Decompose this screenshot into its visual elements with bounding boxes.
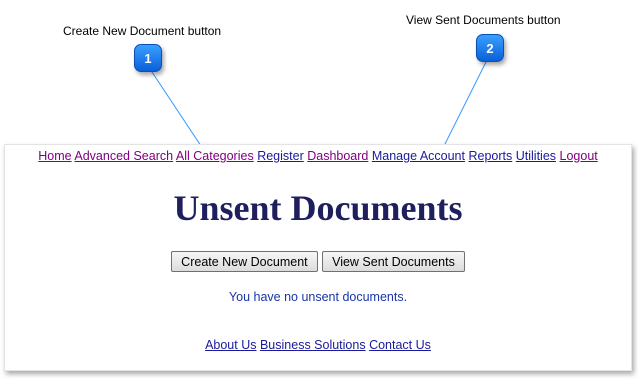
nav-manage-account[interactable]: Manage Account [372,149,465,163]
nav-all-categories[interactable]: All Categories [176,149,254,163]
page-title: Unsent Documents [173,188,463,228]
create-new-document-button[interactable]: Create New Document [171,251,318,272]
page-panel: Home Advanced Search All Categories Regi… [4,144,632,371]
button-row: Create New Document View Sent Documents [5,251,631,272]
nav-dashboard[interactable]: Dashboard [307,149,368,163]
footer-about-us[interactable]: About Us [205,338,256,352]
footer-contact-us[interactable]: Contact Us [369,338,431,352]
footer-business-solutions[interactable]: Business Solutions [260,338,366,352]
nav-utilities[interactable]: Utilities [516,149,556,163]
nav-reports[interactable]: Reports [468,149,512,163]
top-nav: Home Advanced Search All Categories Regi… [5,149,631,163]
view-sent-documents-button[interactable]: View Sent Documents [322,251,465,272]
empty-message: You have no unsent documents. [228,290,408,304]
callout-1-badge: 1 [134,44,162,72]
footer-links: About Us Business Solutions Contact Us [5,338,631,352]
nav-register[interactable]: Register [257,149,304,163]
callout-2-badge: 2 [476,34,504,62]
nav-advanced-search[interactable]: Advanced Search [74,149,173,163]
nav-logout[interactable]: Logout [560,149,598,163]
nav-home[interactable]: Home [38,149,71,163]
